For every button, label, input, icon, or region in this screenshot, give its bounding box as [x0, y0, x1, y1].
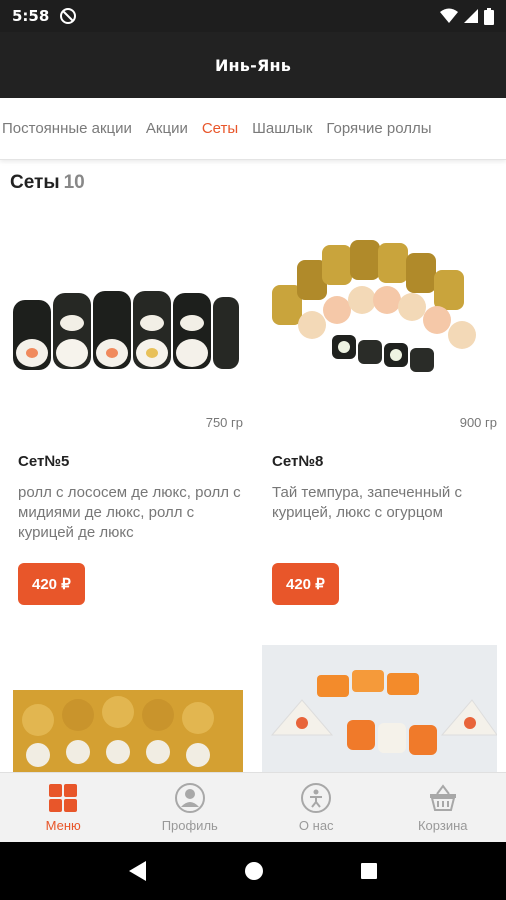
product-image	[8, 640, 243, 772]
price-button[interactable]: 420 ₽	[18, 563, 85, 605]
section-title: Сеты	[10, 172, 60, 193]
tab-promos[interactable]: Акции	[146, 120, 188, 137]
product-description: ролл с лососем де люкс, ролл с мидиями д…	[18, 484, 241, 541]
system-navigation	[0, 842, 506, 900]
section-header: Сеты 10	[10, 172, 85, 194]
nav-menu-label: Меню	[45, 818, 81, 833]
signal-icon	[464, 9, 478, 23]
product-name: Сет№5	[18, 453, 70, 470]
grid-icon	[49, 784, 78, 812]
status-bar: 5:58	[0, 0, 506, 32]
product-card[interactable]	[262, 645, 506, 772]
wifi-icon	[440, 8, 458, 23]
info-icon	[301, 783, 332, 813]
price-button[interactable]: 420 ₽	[272, 563, 339, 605]
tab-shashlik[interactable]: Шашлык	[252, 120, 312, 137]
back-icon[interactable]	[128, 860, 148, 882]
tab-sets[interactable]: Сеты	[202, 120, 238, 137]
product-name: Сет№8	[272, 453, 324, 470]
status-time: 5:58	[12, 7, 50, 25]
nav-about[interactable]: О нас	[253, 773, 380, 842]
profile-icon	[174, 783, 205, 813]
nav-cart[interactable]: Корзина	[380, 773, 506, 842]
tab-permanent-promos[interactable]: Постоянные акции	[2, 120, 132, 137]
product-weight: 750 гр	[205, 415, 243, 430]
product-image	[262, 215, 497, 400]
app-bar: Инь-Янь	[0, 32, 506, 98]
nav-profile-label: Профиль	[161, 818, 218, 833]
nav-cart-label: Корзина	[417, 818, 468, 833]
product-card[interactable]	[8, 640, 255, 772]
section-count: 10	[63, 172, 85, 193]
nav-about-label: О нас	[298, 818, 334, 833]
product-description: Тай темпура, запеченный с курицей, люкс …	[272, 484, 462, 521]
battery-icon	[484, 7, 494, 25]
nav-menu[interactable]: Меню	[0, 773, 127, 842]
product-weight: 900 гр	[459, 415, 497, 430]
bottom-navigation: Меню Профиль О нас Корзина	[0, 772, 506, 842]
tab-hot-rolls[interactable]: Горячие роллы	[326, 120, 431, 137]
product-card[interactable]: 750 гр Сет№5 ролл с лососем де люкс, рол…	[8, 215, 255, 615]
home-icon[interactable]	[244, 861, 264, 881]
product-image	[262, 645, 497, 772]
basket-icon	[429, 784, 456, 811]
product-image	[8, 215, 243, 400]
app-title: Инь-Янь	[214, 55, 292, 75]
do-not-disturb-icon	[60, 8, 77, 24]
nav-profile[interactable]: Профиль	[127, 773, 254, 842]
recents-icon[interactable]	[360, 862, 378, 880]
category-tabs: Постоянные акции Акции Сеты Шашлык Горяч…	[0, 98, 506, 160]
product-card[interactable]: 900 гр Сет№8 Тай темпура, запеченный с к…	[262, 215, 506, 615]
